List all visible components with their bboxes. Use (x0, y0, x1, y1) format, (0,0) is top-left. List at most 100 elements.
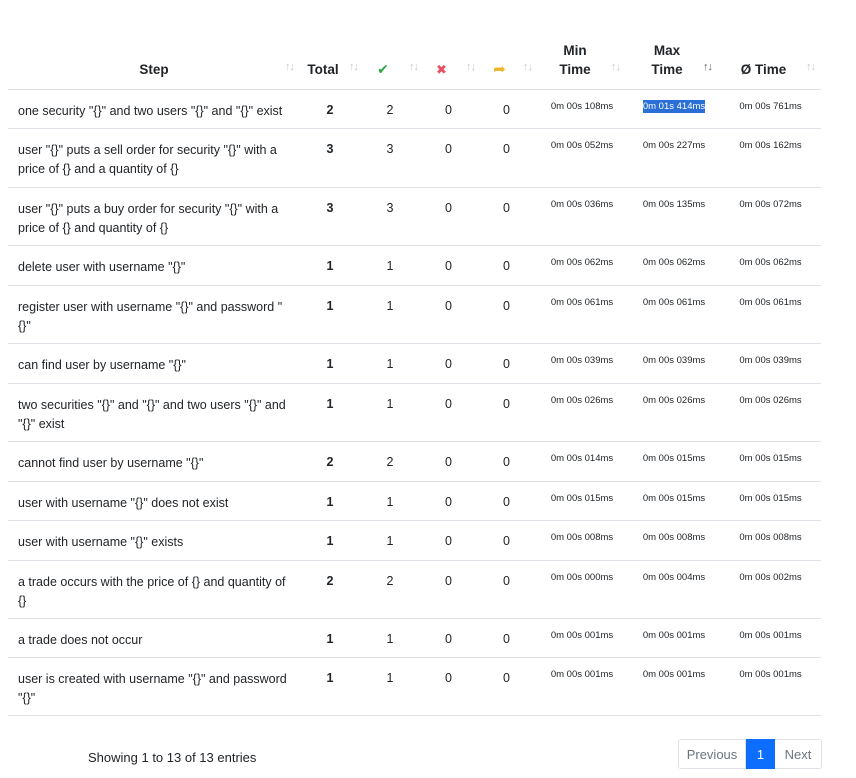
sort-icon: ↑↓ (349, 61, 359, 73)
step-cell: user "{}" puts a buy order for security … (8, 187, 300, 246)
failed-cell: 0 (420, 657, 477, 716)
step-cell: a trade does not occur (8, 618, 300, 658)
table-row: user with username "{}" exists 1 1 0 0 0… (8, 520, 821, 561)
max-time-cell: 0m 00s 001ms (628, 618, 720, 658)
column-header-min-time[interactable]: Min Time ↑↓ (536, 0, 628, 90)
passed-cell: 3 (360, 187, 420, 246)
avg-time-cell: 0m 00s 761ms (720, 89, 821, 129)
skipped-cell: 0 (477, 560, 536, 619)
table-row: a trade occurs with the price of {} and … (8, 560, 821, 619)
total-cell: 1 (300, 285, 360, 344)
total-cell: 2 (300, 89, 360, 129)
min-time-header-line2: Time (559, 62, 591, 77)
column-header-passed[interactable]: ✔ ↑↓ (360, 0, 420, 90)
table-row: one security "{}" and two users "{}" and… (8, 89, 821, 129)
total-cell: 1 (300, 343, 360, 384)
max-time-cell: 0m 00s 015ms (628, 481, 720, 521)
sort-icon: ↑↓ (285, 61, 295, 73)
max-time-header-line2: Time (651, 62, 683, 77)
skipped-cell: 0 (477, 383, 536, 442)
table-row: register user with username "{}" and pas… (8, 285, 821, 344)
max-time-cell: 0m 00s 227ms (628, 128, 720, 188)
min-time-cell: 0m 00s 026ms (536, 383, 628, 442)
min-time-cell: 0m 00s 001ms (536, 657, 628, 716)
column-header-avg-time[interactable]: Ø Time ↑↓ (720, 0, 821, 90)
avg-time-cell: 0m 00s 162ms (720, 128, 821, 188)
table-row: user with username "{}" does not exist 1… (8, 481, 821, 521)
page-1-button[interactable]: 1 (746, 739, 775, 769)
max-time-cell: 0m 00s 062ms (628, 245, 720, 286)
passed-cell: 2 (360, 89, 420, 129)
next-page-button[interactable]: Next (775, 739, 822, 769)
failed-cell: 0 (420, 187, 477, 246)
max-time-cell: 0m 00s 061ms (628, 285, 720, 344)
step-cell: delete user with username "{}" (8, 245, 300, 286)
skipped-cell: 0 (477, 245, 536, 286)
table-row: user "{}" puts a sell order for security… (8, 128, 821, 188)
passed-cell: 1 (360, 481, 420, 521)
min-time-cell: 0m 00s 008ms (536, 520, 628, 561)
min-time-cell: 0m 00s 014ms (536, 441, 628, 482)
sort-icon: ↑↓ (409, 61, 419, 73)
table-row: user "{}" puts a buy order for security … (8, 187, 821, 246)
min-time-header-line1: Min (563, 43, 587, 58)
avg-time-cell: 0m 00s 015ms (720, 481, 821, 521)
table-row: cannot find user by username "{}" 2 2 0 … (8, 441, 821, 482)
passed-cell: 3 (360, 128, 420, 188)
table-row: two securities "{}" and "{}" and two use… (8, 383, 821, 442)
table-row: a trade does not occur 1 1 0 0 0m 00s 00… (8, 618, 821, 658)
total-cell: 1 (300, 481, 360, 521)
failed-cell: 0 (420, 245, 477, 286)
step-statistics-table: Step ↑↓ Total ↑↓ ✔ ↑↓ ✖ ↑↓ ➦ ↑↓ Min Time … (8, 0, 821, 716)
min-time-cell: 0m 00s 001ms (536, 618, 628, 658)
failed-cell: 0 (420, 383, 477, 442)
total-cell: 1 (300, 657, 360, 716)
total-cell: 3 (300, 187, 360, 246)
skipped-cell: 0 (477, 618, 536, 658)
max-time-cell: 0m 00s 135ms (628, 187, 720, 246)
passed-cell: 1 (360, 657, 420, 716)
passed-cell: 1 (360, 520, 420, 561)
min-time-cell: 0m 00s 000ms (536, 560, 628, 619)
max-time-header-line1: Max (653, 43, 681, 58)
header-row: Step ↑↓ Total ↑↓ ✔ ↑↓ ✖ ↑↓ ➦ ↑↓ Min Time … (8, 0, 821, 90)
column-header-max-time[interactable]: Max Time ↑↓ (628, 0, 720, 90)
column-header-step[interactable]: Step ↑↓ (8, 0, 300, 90)
avg-time-cell: 0m 00s 062ms (720, 245, 821, 286)
skip-arrow-icon: ➦ (493, 61, 506, 78)
failed-cell: 0 (420, 285, 477, 344)
previous-page-button[interactable]: Previous (678, 739, 746, 769)
avg-time-cell: 0m 00s 008ms (720, 520, 821, 561)
skipped-cell: 0 (477, 187, 536, 246)
total-cell: 1 (300, 383, 360, 442)
avg-time-cell: 0m 00s 061ms (720, 285, 821, 344)
pagination: Previous 1 Next (678, 739, 822, 769)
step-cell: can find user by username "{}" (8, 343, 300, 384)
failed-cell: 0 (420, 481, 477, 521)
step-cell: register user with username "{}" and pas… (8, 285, 300, 344)
passed-cell: 1 (360, 285, 420, 344)
avg-time-cell: 0m 00s 001ms (720, 657, 821, 716)
failed-cell: 0 (420, 618, 477, 658)
max-time-cell: 0m 00s 039ms (628, 343, 720, 384)
failed-cell: 0 (420, 520, 477, 561)
sort-icon: ↑↓ (466, 61, 476, 73)
total-cell: 2 (300, 441, 360, 482)
avg-time-cell: 0m 00s 072ms (720, 187, 821, 246)
step-cell: two securities "{}" and "{}" and two use… (8, 383, 300, 442)
column-header-total[interactable]: Total ↑↓ (300, 0, 360, 90)
step-cell: user with username "{}" exists (8, 520, 300, 561)
min-time-cell: 0m 00s 039ms (536, 343, 628, 384)
selected-text-highlight: 0m 01s 414ms (642, 100, 706, 113)
passed-cell: 1 (360, 383, 420, 442)
passed-cell: 1 (360, 618, 420, 658)
failed-cell: 0 (420, 89, 477, 129)
check-icon: ✔ (377, 61, 389, 77)
min-time-cell: 0m 00s 061ms (536, 285, 628, 344)
column-header-failed[interactable]: ✖ ↑↓ (420, 0, 477, 90)
max-time-cell: 0m 00s 004ms (628, 560, 720, 619)
total-cell: 1 (300, 520, 360, 561)
cross-icon: ✖ (436, 62, 447, 77)
skipped-cell: 0 (477, 343, 536, 384)
column-header-skipped[interactable]: ➦ ↑↓ (477, 0, 536, 90)
